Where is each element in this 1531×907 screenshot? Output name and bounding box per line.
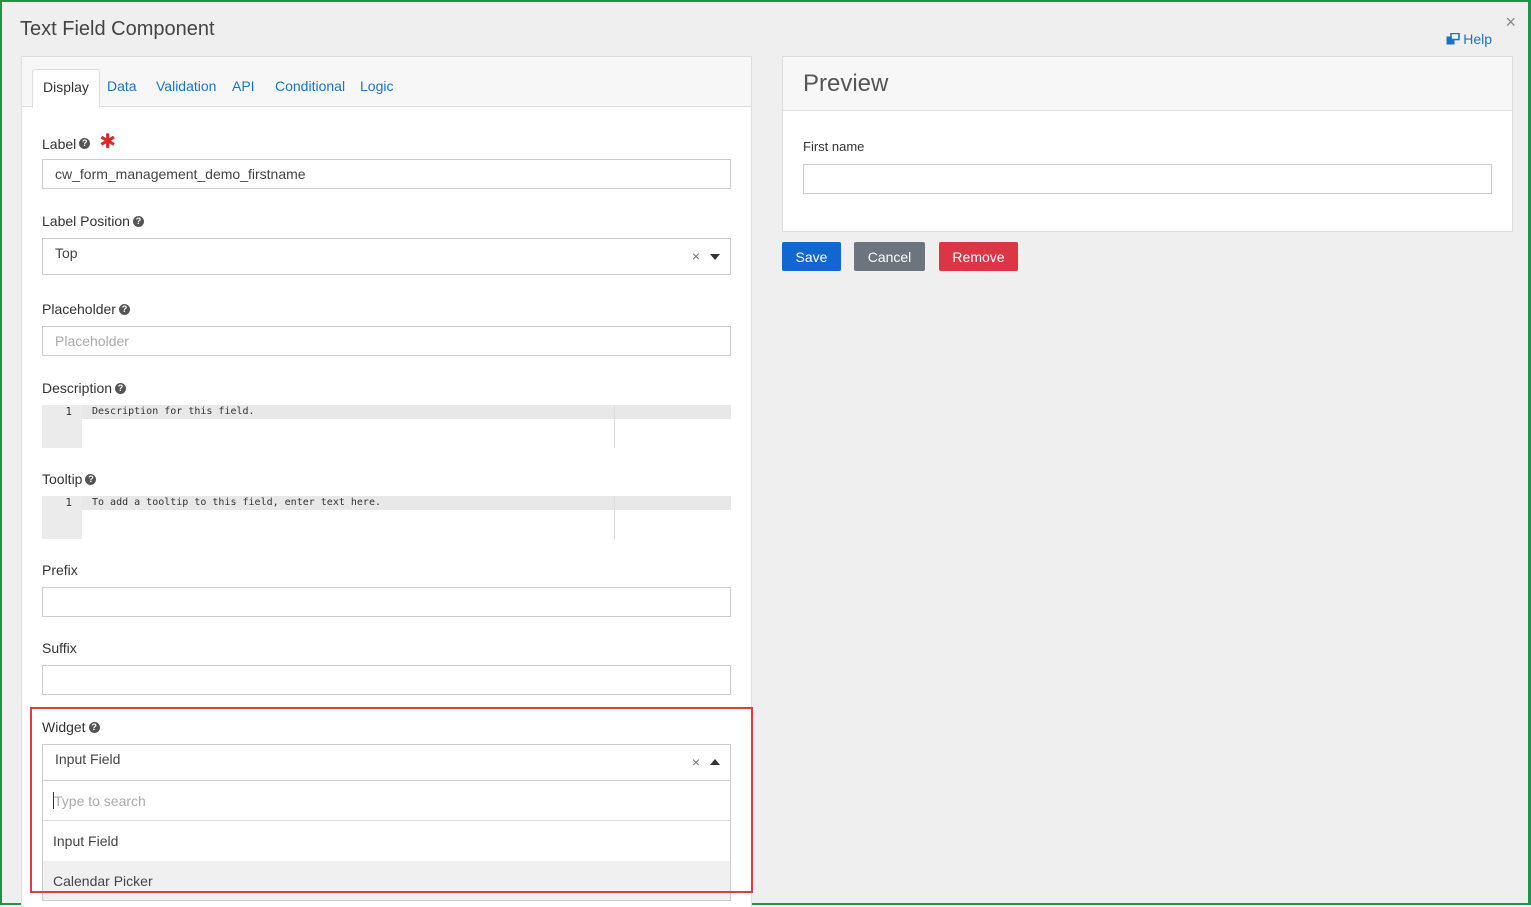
question-icon[interactable]: ? bbox=[88, 721, 100, 733]
widget-title-text: Widget bbox=[42, 719, 86, 735]
description-code[interactable]: Description for this field. bbox=[92, 405, 255, 419]
clear-icon[interactable]: × bbox=[692, 248, 700, 264]
chevron-down-icon[interactable] bbox=[710, 254, 720, 260]
question-icon[interactable]: ? bbox=[118, 303, 130, 315]
widget-title: Widget ? bbox=[42, 719, 100, 735]
prefix-title-text: Prefix bbox=[42, 562, 78, 578]
placeholder-input[interactable]: Placeholder bbox=[42, 326, 731, 356]
tooltip-code[interactable]: To add a tooltip to this field, enter te… bbox=[92, 496, 381, 510]
label-position-title: Label Position ? bbox=[42, 213, 144, 229]
preview-panel: Preview First name bbox=[782, 56, 1513, 232]
preview-field-input[interactable] bbox=[803, 164, 1492, 194]
line-number: 1 bbox=[65, 405, 72, 418]
label-position-select[interactable]: Top × bbox=[42, 238, 731, 275]
print-margin bbox=[614, 496, 615, 539]
search-placeholder: Type to search bbox=[54, 792, 146, 809]
widget-select[interactable]: Input Field × bbox=[42, 744, 731, 781]
question-icon[interactable]: ? bbox=[79, 138, 91, 149]
description-editor[interactable]: 1 Description for this field. bbox=[42, 405, 731, 448]
dropdown-option-calendar-picker[interactable]: Calendar Picker bbox=[43, 861, 730, 900]
required-asterisk-icon: ✱ bbox=[99, 131, 117, 153]
widget-search-input[interactable]: Type to search bbox=[43, 781, 730, 821]
print-margin bbox=[614, 405, 615, 448]
settings-panel: Display Data Validation API Conditional … bbox=[21, 56, 752, 907]
clear-icon[interactable]: × bbox=[692, 754, 700, 770]
tab-conditional[interactable]: Conditional bbox=[265, 69, 355, 107]
suffix-input[interactable] bbox=[42, 665, 731, 695]
question-icon[interactable]: ? bbox=[85, 473, 97, 485]
tab-api[interactable]: API bbox=[222, 69, 265, 107]
external-link-icon bbox=[1446, 33, 1461, 45]
tooltip-editor[interactable]: 1 To add a tooltip to this field, enter … bbox=[42, 496, 731, 539]
label-field-title: Label ? ✱ bbox=[42, 131, 116, 156]
question-icon[interactable]: ? bbox=[132, 215, 144, 227]
question-icon[interactable]: ? bbox=[115, 382, 127, 394]
chevron-up-icon[interactable] bbox=[710, 759, 720, 765]
help-link[interactable]: Help bbox=[1446, 31, 1492, 47]
preview-header: Preview bbox=[783, 57, 1512, 111]
suffix-title-text: Suffix bbox=[42, 640, 77, 656]
preview-title: Preview bbox=[803, 70, 889, 97]
tab-logic[interactable]: Logic bbox=[350, 69, 403, 107]
preview-field-label: First name bbox=[803, 139, 865, 154]
placeholder-title-text: Placeholder bbox=[42, 301, 116, 317]
label-title-text: Label bbox=[42, 135, 77, 152]
tooltip-title-text: Tooltip bbox=[42, 471, 83, 487]
label-input[interactable]: cw_form_management_demo_firstname bbox=[42, 159, 731, 189]
tab-validation[interactable]: Validation bbox=[146, 69, 226, 107]
close-icon[interactable]: × bbox=[1505, 12, 1516, 33]
description-title-text: Description bbox=[42, 380, 113, 396]
modal-frame: Text Field Component × Help Display Data… bbox=[0, 0, 1531, 907]
description-title: Description ? bbox=[42, 380, 127, 396]
widget-value: Input Field bbox=[55, 751, 121, 767]
tab-bar: Display Data Validation API Conditional … bbox=[22, 57, 751, 108]
remove-button[interactable]: Remove bbox=[939, 242, 1018, 271]
dropdown-option-input-field[interactable]: Input Field bbox=[43, 821, 730, 860]
dialog-title: Text Field Component bbox=[20, 18, 215, 40]
tooltip-title: Tooltip ? bbox=[42, 471, 97, 487]
cancel-button[interactable]: Cancel bbox=[854, 242, 925, 271]
tab-display[interactable]: Display bbox=[32, 69, 100, 108]
label-position-value: Top bbox=[55, 245, 78, 261]
tab-data[interactable]: Data bbox=[97, 69, 147, 107]
help-label: Help bbox=[1463, 31, 1492, 47]
widget-dropdown: Type to search Input Field Calendar Pick… bbox=[42, 781, 731, 901]
save-button[interactable]: Save bbox=[782, 242, 841, 271]
label-position-title-text: Label Position bbox=[42, 213, 130, 229]
line-number: 1 bbox=[65, 496, 72, 509]
prefix-input[interactable] bbox=[42, 587, 731, 617]
prefix-title: Prefix bbox=[42, 562, 78, 578]
placeholder-title: Placeholder ? bbox=[42, 301, 130, 317]
suffix-title: Suffix bbox=[42, 640, 77, 656]
